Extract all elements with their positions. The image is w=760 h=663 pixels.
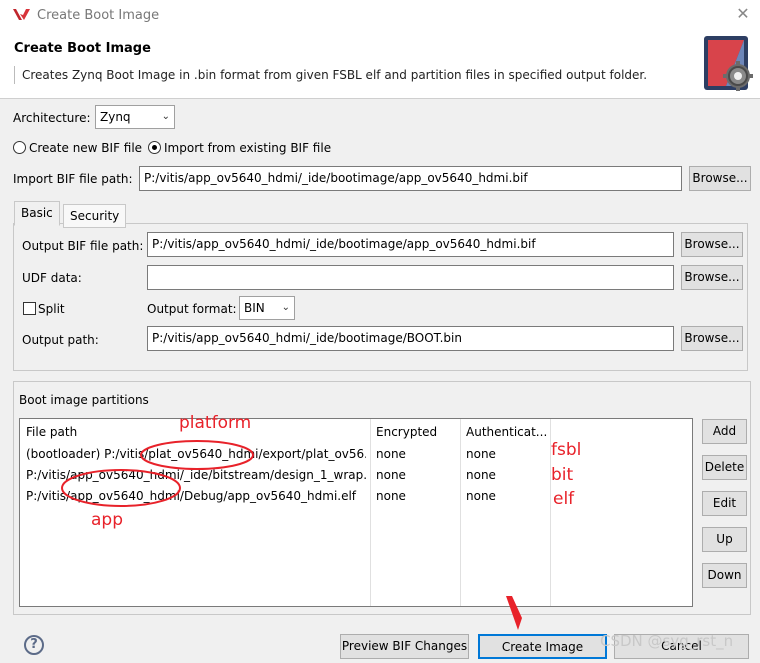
annotation-app: app (91, 510, 123, 530)
create-image-button[interactable]: Create Image (478, 634, 607, 659)
preview-bif-button[interactable]: Preview BIF Changes (340, 634, 469, 659)
platform-circle (140, 440, 254, 470)
annotation-bit: bit (551, 465, 574, 485)
annotation-overlay (61, 440, 522, 630)
help-icon[interactable]: ? (24, 635, 44, 655)
app-circle (61, 469, 181, 507)
tab-basic[interactable]: Basic (14, 201, 60, 226)
annotation-fsbl: fsbl (551, 440, 582, 460)
annotation-platform: platform (179, 413, 252, 433)
annotation-elf: elf (553, 489, 575, 509)
red-arrow-icon (506, 596, 522, 630)
csdn-watermark: CSDN @syg_rst_n (600, 632, 734, 650)
